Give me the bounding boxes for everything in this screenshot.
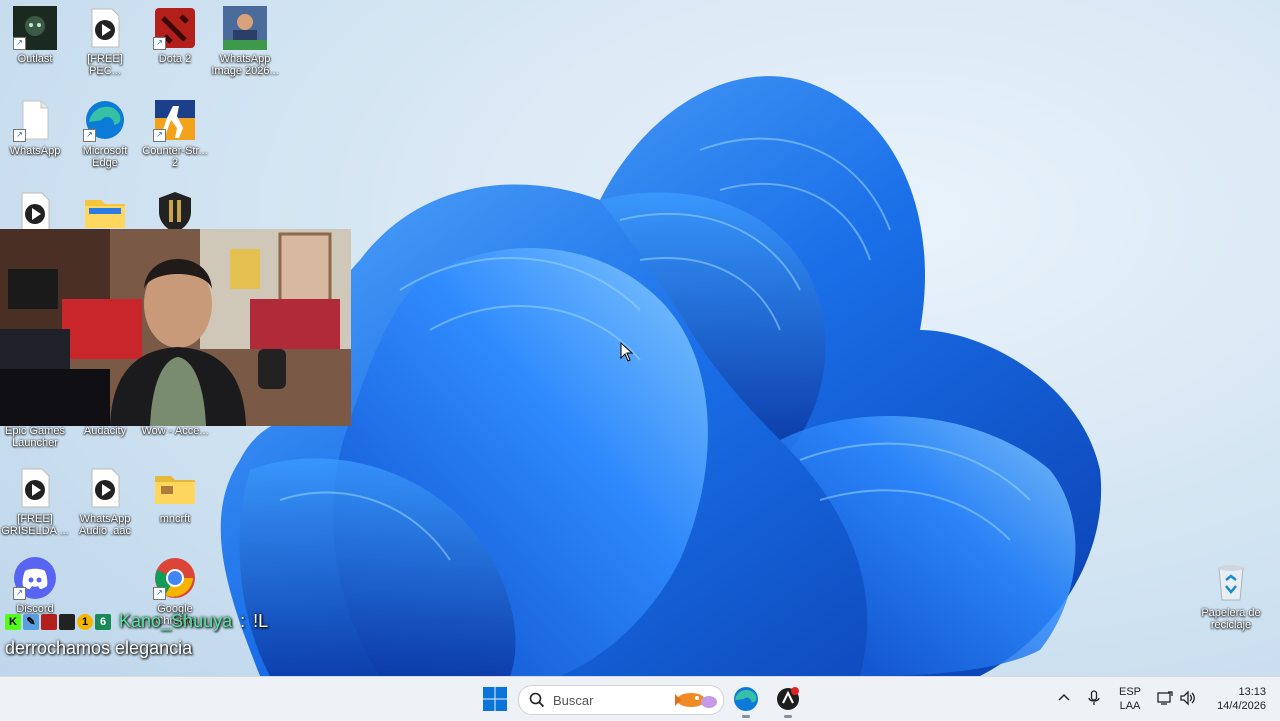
search-placeholder: Buscar (553, 692, 594, 708)
desktop-icon-whatsapp-audio[interactable]: WhatsApp Audio .aac (70, 466, 140, 537)
desktop-icon-recycle-bin[interactable]: Papelera de reciclaje (1196, 560, 1266, 631)
desktop-icon-label: Epic Games Launcher (5, 425, 65, 449)
desktop-icon-label: Wow - Acce... (141, 425, 209, 437)
taskbar-search-box[interactable]: Buscar (518, 685, 724, 715)
clock-date: 14/4/2026 (1217, 700, 1266, 712)
discord-icon: ↗ (13, 556, 57, 600)
desktop-icon-label: WhatsApp Audio .aac (79, 513, 131, 537)
microphone-icon[interactable] (1085, 689, 1103, 707)
desktop-icon-counter-strike[interactable]: ↗ Counter-Str... 2 (140, 98, 210, 169)
search-highlight-icon (675, 693, 717, 708)
chat-message-header: K ✎ 1 6 Kano_Shuuya : !L (5, 611, 268, 632)
stream-chat-overlay: K ✎ 1 6 Kano_Shuuya : !L derrochamos ele… (5, 611, 268, 659)
desktop-icon-whatsapp-image[interactable]: WhatsApp Image 2026... (210, 6, 280, 77)
desktop-icon-label: Dota 2 (158, 53, 192, 65)
dota2-icon: ↗ (153, 6, 197, 50)
language-code: ESP (1118, 686, 1141, 698)
dota-badge-icon (41, 613, 57, 630)
language-indicator[interactable]: ESP LAA (1118, 685, 1142, 713)
game-badge-icon (59, 613, 75, 630)
webcam-overlay (0, 229, 351, 426)
desktop-icon-free-griselda[interactable]: [FREE] GRISELDA ... (0, 466, 70, 537)
desktop-icon-outlast[interactable]: ↗ Outlast (0, 6, 70, 65)
counter-strike-icon: ↗ (153, 98, 197, 142)
chat-username: Kano_Shuuya (119, 611, 233, 631)
media-file-icon (83, 6, 127, 50)
folder-icon (83, 190, 127, 234)
edge-icon (734, 687, 758, 711)
network-icon[interactable] (1156, 689, 1174, 707)
desktop-icon-discord[interactable]: ↗ Discord (0, 556, 70, 615)
desktop-icon-free-pec[interactable]: [FREE] PEC... (70, 6, 140, 77)
desktop-icon-dota2[interactable]: ↗ Dota 2 (140, 6, 210, 65)
search-icon (529, 692, 545, 708)
chrome-icon: ↗ (153, 556, 197, 600)
desktop-icon-label: Audacity (83, 425, 127, 437)
desktop-icon-label: [FREE] GRISELDA ... (1, 513, 69, 537)
desktop-icon-mncrft[interactable]: mncrft (140, 466, 210, 525)
desktop-icon-label: WhatsApp Image 2026... (211, 53, 279, 77)
desktop-icon-label: mncrft (159, 513, 191, 525)
media-file-icon (13, 466, 57, 510)
taskbar-edge-button[interactable] (732, 685, 760, 718)
edge-icon: ↗ (83, 98, 127, 142)
taskbar-app-button[interactable] (774, 685, 802, 718)
keyboard-layout: LAA (1119, 700, 1141, 712)
desktop-icon-label: Microsoft Edge (82, 145, 128, 169)
shield-icon (153, 190, 197, 234)
blank-file-icon: ↗ (13, 98, 57, 142)
chat-message-text: derrochamos elegancia (5, 638, 193, 658)
kick-badge-icon: K (5, 613, 21, 630)
folder-icon (153, 466, 197, 510)
clock-time: 13:13 (1238, 686, 1266, 698)
taskbar-clock[interactable]: 13:13 14/4/2026 (1217, 685, 1266, 713)
desktop-icon-label: WhatsApp (9, 145, 61, 157)
desktop-icon-microsoft-edge[interactable]: ↗ Microsoft Edge (70, 98, 140, 169)
chat-command: !L (253, 611, 269, 631)
app-icon (777, 687, 799, 710)
chevron-up-icon[interactable] (1055, 689, 1073, 707)
tool-badge-icon: ✎ (23, 613, 39, 630)
desktop-icon-label: Counter-Str... 2 (142, 145, 208, 169)
desktop-icon-label: Papelera de reciclaje (1201, 607, 1261, 631)
media-file-icon (83, 466, 127, 510)
recycle-bin-icon (1209, 560, 1253, 604)
coin-badge-icon: 1 (77, 613, 93, 630)
desktop-icon-label: [FREE] PEC... (87, 53, 123, 77)
desktop-icon-whatsapp[interactable]: ↗ WhatsApp (0, 98, 70, 157)
desktop-icon-label: Outlast (17, 53, 53, 65)
outlast-icon: ↗ (13, 6, 57, 50)
running-indicator (784, 715, 792, 718)
media-file-icon (13, 190, 57, 234)
volume-icon[interactable] (1179, 689, 1197, 707)
sub-badge-icon: 6 (95, 613, 111, 630)
image-thumbnail-icon (223, 6, 267, 50)
windows-start-icon[interactable] (482, 686, 508, 712)
webcam-feed-image (0, 229, 351, 426)
chat-separator: : (240, 611, 246, 631)
running-indicator (742, 715, 750, 718)
taskbar: Buscar ESP LAA 13:13 14/4/2026 (0, 676, 1280, 721)
mouse-cursor-icon (620, 342, 634, 362)
